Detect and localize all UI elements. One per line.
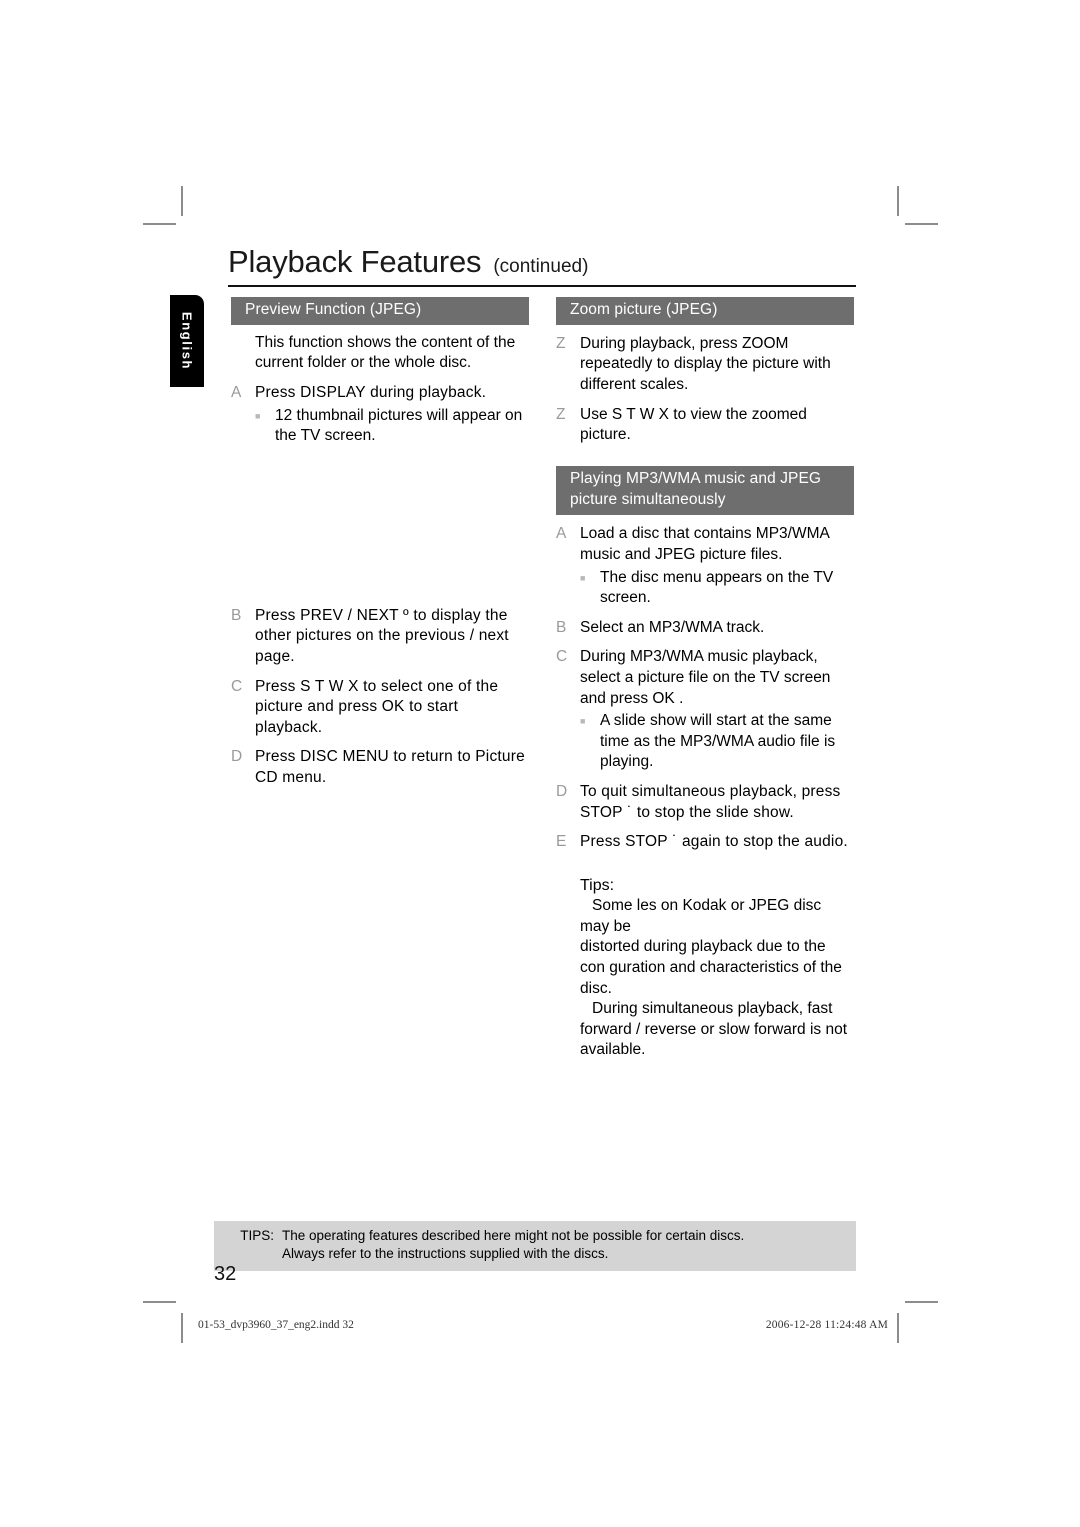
step-text: Press PREV / NEXT º to display the other… — [255, 606, 509, 666]
bullet-item: Z Use S T W X to view the zoomed picture… — [556, 405, 854, 446]
tips-line: distorted during playback due to the — [580, 938, 826, 956]
step-marker: A — [231, 383, 242, 401]
tips-line: available. — [580, 1041, 646, 1059]
step-marker: D — [231, 748, 243, 766]
step-text: Press STOP ˙ again to stop the audio. — [580, 833, 848, 851]
preview-intro-text: This function shows the content of the c… — [255, 333, 516, 372]
crop-mark-top-left-horizontal — [143, 223, 176, 225]
step-text: Load a disc that contains MP3/WMA music … — [580, 525, 829, 563]
step-marker: B — [556, 618, 567, 636]
crop-mark-bottom-right-horizontal — [905, 1301, 938, 1303]
crop-mark-bottom-left-vertical — [181, 1313, 183, 1343]
bullet-marker: Z — [556, 334, 566, 352]
step-item: B Select an MP3/WMA track. — [556, 618, 854, 639]
bullet-text: Use S T W X to view the zoomed picture. — [580, 405, 807, 444]
sub-bullet-text: 12 thumbnail pictures will appear on the… — [275, 406, 523, 445]
crop-mark-bottom-left-horizontal — [143, 1301, 176, 1303]
footer-tips-band: TIPS: The operating features described h… — [214, 1221, 856, 1271]
bullet-marker: Z — [556, 405, 566, 423]
step-item: A Press DISPLAY during playback. — [231, 383, 529, 404]
step-item: E Press STOP ˙ again to stop the audio. — [556, 832, 854, 853]
step-marker: B — [231, 606, 242, 624]
sub-bullet-icon: ■ — [580, 572, 586, 583]
right-column: Zoom picture (JPEG) Z During playback, p… — [556, 297, 854, 1061]
tips-line: forward / reverse or slow forward is not — [580, 1020, 848, 1038]
step-text: Press DISC MENU to return to Picture CD … — [255, 748, 525, 787]
footer-tips-line-1: The operating features described here mi… — [282, 1228, 745, 1243]
step-text: During MP3/WMA music playback, select a … — [580, 648, 831, 707]
footer-tips-line-2: Always refer to the instructions supplie… — [282, 1246, 609, 1262]
page-title-continued-label: (continued) — [493, 256, 589, 277]
print-footer-filename: 01-53_dvp3960_37_eng2.indd 32 — [198, 1319, 354, 1331]
tips-label: Tips: — [580, 876, 615, 894]
page-header: Playback Features (continued) — [228, 244, 856, 287]
tips-line: con guration and characteristics of the … — [580, 958, 842, 997]
step-item: B Press PREV / NEXT º to display the oth… — [231, 606, 529, 668]
column-spacer — [231, 447, 529, 597]
step-marker: E — [556, 833, 567, 851]
language-tab-english: English — [170, 295, 204, 387]
section-header-mp3-jpeg-simultaneous: Playing MP3/WMA music and JPEG picture s… — [556, 465, 854, 516]
left-column: Preview Function (JPEG) This function sh… — [231, 297, 529, 789]
title-divider — [228, 285, 856, 287]
print-footer-timestamp: 2006-12-28 11:24:48 AM — [765, 1319, 888, 1331]
step-text: Press DISPLAY during playback. — [255, 383, 487, 401]
sub-bullet: ■ A slide show will start at the same ti… — [556, 711, 854, 773]
tips-line: During simultaneous playback, fast — [592, 1000, 833, 1018]
bullet-item: Z During playback, press ZOOM repeatedly… — [556, 334, 854, 396]
sub-bullet-text: The disc menu appears on the TV screen. — [600, 568, 834, 607]
step-item: C During MP3/WMA music playback, select … — [556, 647, 854, 709]
step-text: To quit simultaneous playback, press STO… — [580, 783, 841, 821]
crop-mark-top-right-horizontal — [905, 223, 938, 225]
tips-line: Some les on Kodak or JPEG disc may be — [580, 897, 822, 935]
step-marker: A — [556, 525, 567, 543]
step-item: C Press S T W X to select one of the pic… — [231, 677, 529, 739]
step-marker: C — [231, 677, 243, 695]
crop-mark-top-left-vertical — [181, 186, 183, 216]
step-text: Press S T W X to select one of the pictu… — [255, 677, 499, 736]
print-footer: 01-53_dvp3960_37_eng2.indd 32 2006-12-28… — [198, 1319, 888, 1331]
crop-mark-bottom-right-vertical — [897, 1313, 899, 1343]
step-item: D Press DISC MENU to return to Picture C… — [231, 747, 529, 788]
sub-bullet-text: A slide show will start at the same time… — [600, 712, 836, 771]
section-header-preview-function: Preview Function (JPEG) — [231, 297, 529, 325]
tips-body: Some les on Kodak or JPEG disc may be di… — [580, 896, 854, 1061]
step-marker: D — [556, 783, 568, 801]
step-text: Select an MP3/WMA track. — [580, 618, 765, 636]
footer-tips-label: TIPS: — [240, 1228, 274, 1243]
step-item: A Load a disc that contains MP3/WMA musi… — [556, 524, 854, 565]
sub-bullet-icon: ■ — [255, 410, 261, 421]
footer-tips-text: The operating features described here mi… — [282, 1227, 856, 1264]
bullet-text: During playback, press ZOOM repeatedly t… — [580, 334, 831, 393]
crop-mark-top-right-vertical — [897, 186, 899, 216]
sub-bullet: ■ 12 thumbnail pictures will appear on t… — [231, 406, 529, 447]
sub-bullet: ■ The disc menu appears on the TV screen… — [556, 568, 854, 609]
step-item: D To quit simultaneous playback, press S… — [556, 782, 854, 823]
step-marker: C — [556, 648, 568, 666]
page-number: 32 — [214, 1263, 237, 1285]
sub-bullet-icon: ■ — [580, 716, 586, 727]
language-tab-label: English — [179, 311, 195, 371]
section-header-zoom-picture: Zoom picture (JPEG) — [556, 297, 854, 325]
page-title: Playback Features — [228, 244, 482, 279]
